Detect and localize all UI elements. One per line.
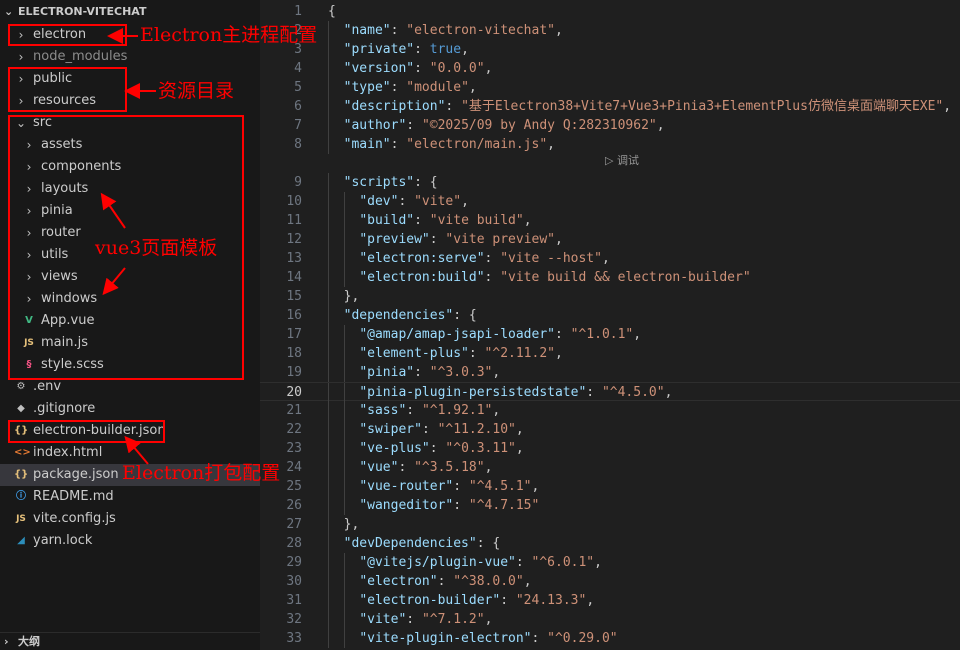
annotation-arrows xyxy=(100,28,156,465)
arrow-vue3-up xyxy=(100,192,126,229)
arrow-packaging xyxy=(124,435,149,465)
arrow-vue3-down xyxy=(102,267,126,296)
